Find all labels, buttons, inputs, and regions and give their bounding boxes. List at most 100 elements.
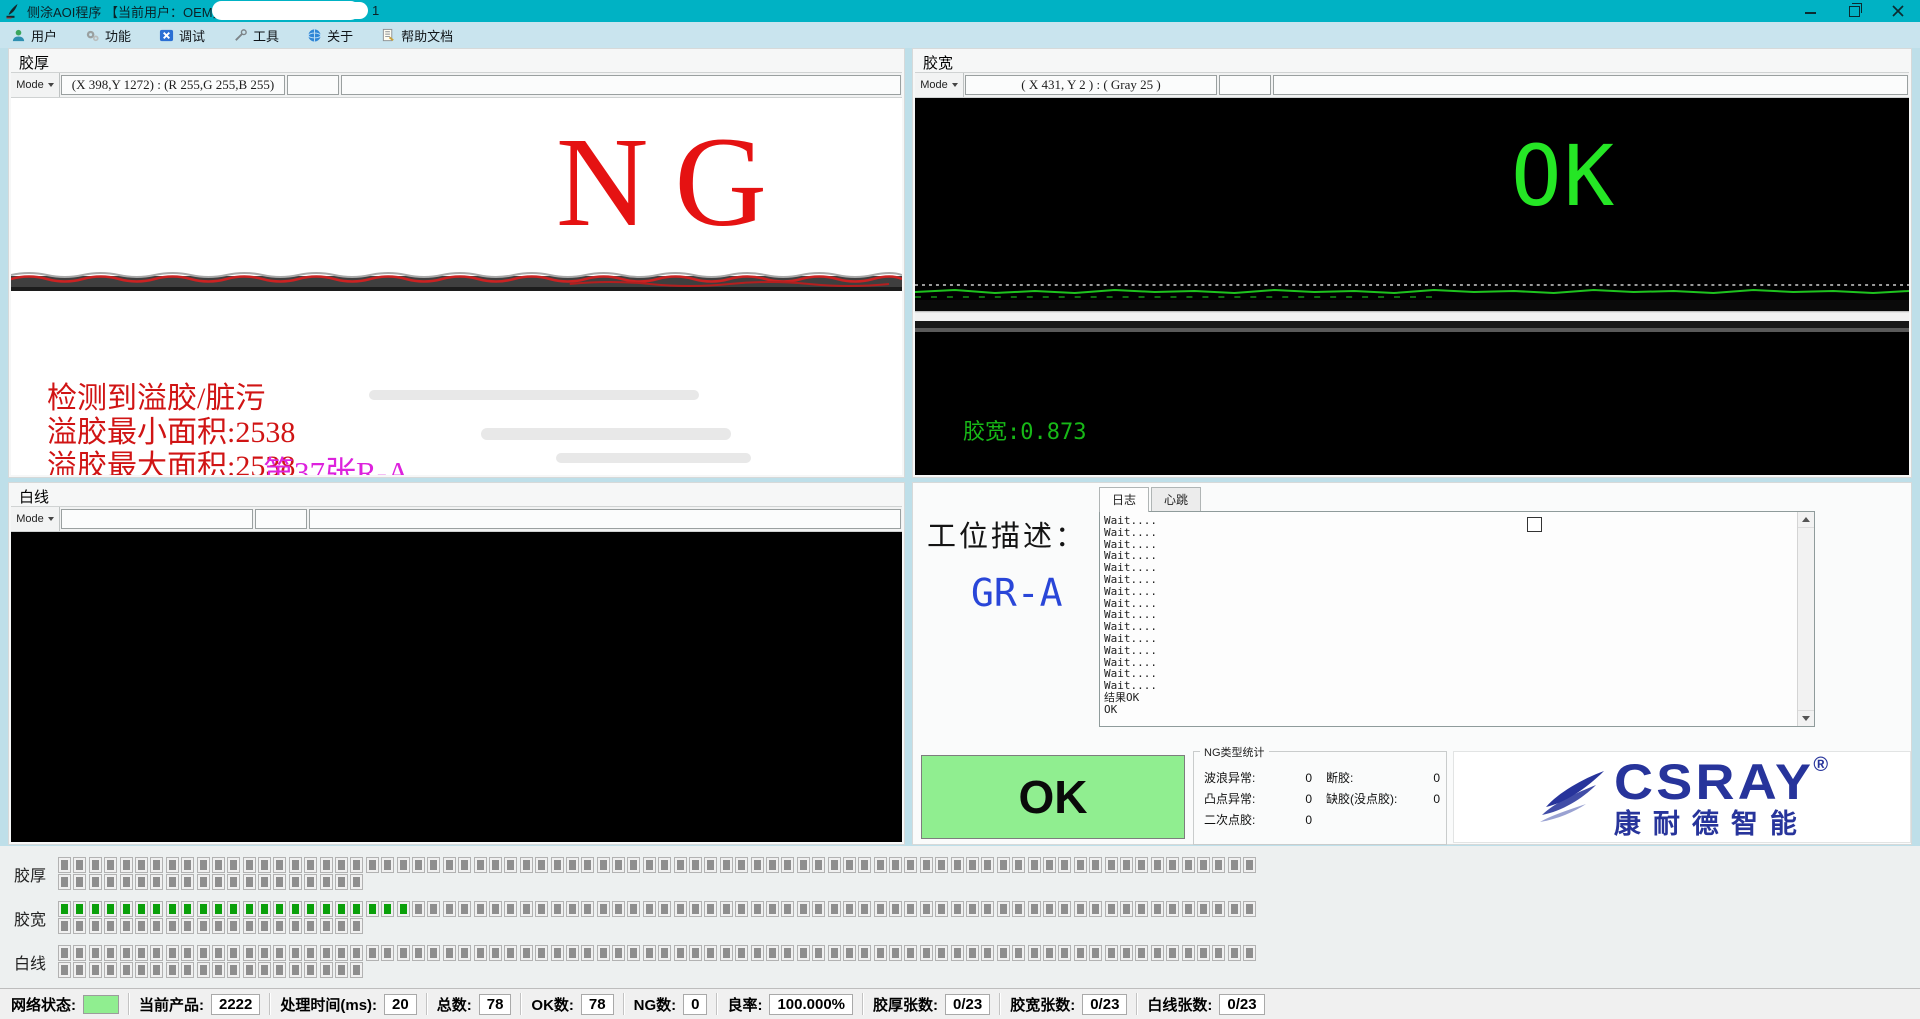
indicator-square	[289, 918, 302, 934]
indicator-square	[1197, 945, 1210, 961]
restore-button[interactable]	[1832, 0, 1876, 22]
menu-item-gear[interactable]: 功能	[84, 26, 131, 45]
indicator-square	[73, 857, 86, 873]
indicator-square-fill	[323, 965, 330, 975]
indicator-square-fill	[138, 965, 145, 975]
indicator-square	[150, 857, 163, 873]
status-item: 良率:100.000%	[718, 994, 862, 1015]
indicator-square	[197, 918, 210, 934]
indicator-square	[120, 857, 133, 873]
menu-item-help-doc[interactable]: 帮助文档	[380, 26, 453, 45]
indicator-square-fill	[1000, 860, 1007, 870]
indicator-square	[135, 901, 148, 917]
indicator-square-fill	[92, 921, 99, 931]
jiaokuan-image-view[interactable]: OK 胶宽:0.873	[915, 98, 1909, 475]
indicator-square	[981, 945, 994, 961]
indicator-square-fill	[246, 965, 253, 975]
indicator-square	[166, 874, 179, 890]
indicator-square	[89, 857, 102, 873]
log-tab-2[interactable]: 心跳	[1151, 487, 1201, 511]
indicator-square-fill	[846, 948, 853, 958]
indicator-square-fill	[461, 948, 468, 958]
indicator-square-fill	[600, 904, 607, 914]
indicator-square	[412, 901, 425, 917]
indicator-square-fill	[1200, 948, 1207, 958]
indicator-square	[335, 962, 348, 978]
status-value: 20	[384, 994, 417, 1015]
log-scrollbar[interactable]	[1797, 512, 1814, 726]
indicator-square	[304, 945, 317, 961]
indicator-square-fill	[554, 948, 561, 958]
triangle-up-icon	[1802, 517, 1810, 522]
indicator-square	[350, 962, 363, 978]
scroll-down-arrow[interactable]	[1798, 710, 1814, 726]
indicator-square-fill	[338, 948, 345, 958]
indicator-square	[427, 857, 440, 873]
indicator-square-fill	[446, 860, 453, 870]
registered-mark: ®	[1813, 755, 1828, 775]
indicator-square-fill	[523, 860, 530, 870]
status-value: 0/23	[1219, 994, 1264, 1015]
indicator-square-fill	[1231, 904, 1238, 914]
indicator-square	[843, 901, 856, 917]
overall-result-button[interactable]: OK	[921, 755, 1185, 839]
indicator-square	[73, 901, 86, 917]
indicator-square-fill	[400, 948, 407, 958]
mode-dropdown[interactable]: Mode	[11, 73, 60, 97]
log-tab-1[interactable]: 日志	[1099, 487, 1149, 512]
log-list[interactable]: Wait....Wait....Wait....Wait....Wait....…	[1099, 511, 1815, 727]
baixian-image-view[interactable]	[11, 532, 902, 842]
mode-dropdown[interactable]: Mode	[915, 73, 964, 97]
indicator-square-fill	[123, 948, 130, 958]
image-toolbar: Mode (X 398,Y 1272) : (R 255,G 255,B 255…	[11, 73, 902, 98]
info-box-wide	[341, 75, 901, 95]
log-line: Wait....	[1104, 609, 1794, 621]
indicator-square	[166, 901, 179, 917]
indicator-square	[135, 945, 148, 961]
log-checkbox[interactable]	[1527, 517, 1542, 532]
indicator-square	[843, 857, 856, 873]
indicator-square	[535, 945, 548, 961]
indicator-square	[1012, 901, 1025, 917]
menu-item-user[interactable]: 用户	[10, 26, 57, 45]
indicator-square	[627, 945, 640, 961]
status-item: NG数:0	[625, 994, 717, 1015]
indicator-square-fill	[1077, 948, 1084, 958]
indicator-square-fill	[584, 860, 591, 870]
indicator-square	[304, 962, 317, 978]
menu-item-debug[interactable]: 调试	[158, 26, 205, 45]
indicator-square-fill	[477, 948, 484, 958]
ng-stat-value: 0	[1305, 789, 1312, 810]
scroll-up-arrow[interactable]	[1798, 512, 1814, 528]
indicator-square	[350, 857, 363, 873]
indicator-square	[227, 962, 240, 978]
menu-item-about[interactable]: 关于	[306, 26, 353, 45]
indicator-square	[258, 918, 271, 934]
close-button[interactable]	[1876, 0, 1920, 22]
log-line: Wait....	[1104, 574, 1794, 586]
indicator-square	[474, 945, 487, 961]
indicator-square-fill	[307, 965, 314, 975]
indicator-square-fill	[338, 877, 345, 887]
log-line: OK	[1104, 704, 1794, 716]
mode-dropdown[interactable]: Mode	[11, 507, 60, 531]
panel-body: Mode	[11, 506, 902, 842]
indicator-square	[104, 857, 117, 873]
indicator-square	[1120, 857, 1133, 873]
indicator-square	[981, 857, 994, 873]
indicator-square	[828, 857, 841, 873]
minimize-button[interactable]	[1788, 0, 1832, 22]
status-label: 总数:	[437, 994, 472, 1015]
menu-item-tools[interactable]: 工具	[232, 26, 279, 45]
indicator-square-fill	[446, 948, 453, 958]
indicator-square-fill	[200, 904, 207, 914]
indicator-square-fill	[831, 904, 838, 914]
jiaohou-image-view[interactable]: NG 检测到溢胶/脏污 溢胶最小面积:2538 溢胶最大面积:2538 第37张…	[11, 98, 902, 475]
indicator-square	[858, 857, 871, 873]
indicator-square	[89, 945, 102, 961]
indicator-square-fill	[1169, 904, 1176, 914]
brand-name: CSRAY	[1614, 757, 1814, 807]
indicator-square	[150, 918, 163, 934]
station-name: GR-A	[971, 571, 1063, 615]
indicator-square-fill	[892, 860, 899, 870]
